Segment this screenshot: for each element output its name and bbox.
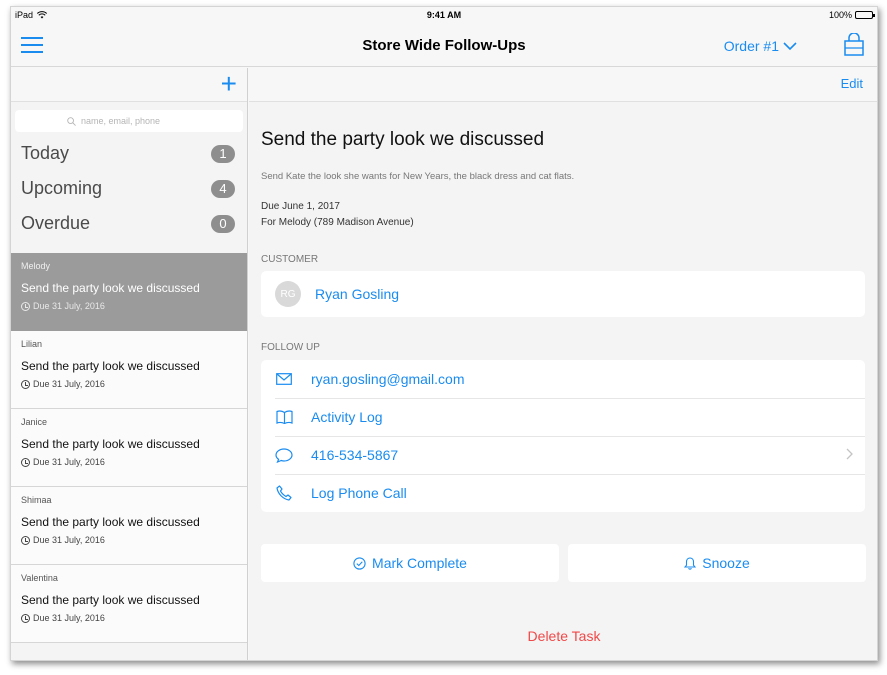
activity-log-link: Activity Log (311, 409, 383, 425)
mark-complete-button[interactable]: Mark Complete (261, 544, 559, 582)
phone-icon (275, 484, 293, 502)
shopping-bag-icon[interactable] (843, 33, 865, 57)
sidebar: + Today 1 Upcoming 4 Overdue 0 Melody Se… (11, 68, 248, 660)
task-description: Send Kate the look she wants for New Yea… (261, 171, 575, 182)
search-icon (67, 116, 76, 126)
phone-number-link: 416-534-5867 (311, 447, 399, 463)
clock-icon (21, 457, 30, 467)
task-due: Due 31 July, 2016 (33, 535, 105, 545)
followup-section-label: FOLLOW UP (261, 342, 320, 353)
ipad-screen: iPad 9:41 AM 100% Store Wide Follow-Ups … (10, 6, 878, 661)
task-customer: Valentina (21, 573, 58, 583)
customer-card: RG Ryan Gosling (261, 271, 865, 317)
task-title: Send the party look we discussed (21, 359, 200, 373)
task-item[interactable]: Shimaa Send the party look we discussed … (11, 487, 247, 565)
followup-email[interactable]: ryan.gosling@gmail.com (261, 360, 865, 398)
battery-icon (855, 11, 875, 19)
task-customer: Melody (21, 261, 51, 271)
nav-bar: Store Wide Follow-Ups Order #1 (11, 25, 877, 67)
envelope-icon (275, 370, 293, 388)
speech-bubble-icon (275, 446, 293, 464)
task-assignee: For Melody (789 Madison Avenue) (261, 217, 414, 228)
status-bar: iPad 9:41 AM 100% (11, 7, 877, 25)
battery-percent: 100% (828, 10, 852, 20)
log-phone-call-link: Log Phone Call (311, 485, 407, 501)
task-title: Send the party look we discussed (21, 515, 200, 529)
followup-activity-log[interactable]: Activity Log (261, 398, 865, 436)
customer-row[interactable]: RG Ryan Gosling (261, 271, 865, 317)
avatar: RG (275, 281, 301, 307)
task-customer: Janice (21, 417, 48, 427)
task-due: Due 31 July, 2016 (33, 379, 105, 389)
task-item[interactable]: Lilian Send the party look we discussed … (11, 331, 247, 409)
category-label: Upcoming (21, 178, 103, 198)
order-selector[interactable]: Order #1 (724, 38, 797, 54)
customer-name: Ryan Gosling (315, 286, 400, 302)
task-title: Send the party look we discussed (21, 593, 200, 607)
status-time: 9:41 AM (426, 10, 462, 20)
clock-icon (21, 535, 30, 545)
count-badge: 0 (211, 214, 235, 233)
category-upcoming[interactable]: Upcoming 4 (11, 171, 247, 206)
task-list: Melody Send the party look we discussed … (11, 253, 247, 643)
chevron-down-icon (783, 41, 797, 50)
task-detail: Edit Send the party look we discussed Se… (249, 68, 877, 660)
category-overdue[interactable]: Overdue 0 (11, 206, 247, 241)
category-today[interactable]: Today 1 (11, 136, 247, 171)
task-item[interactable]: Valentina Send the party look we discuss… (11, 565, 247, 643)
task-due: Due 31 July, 2016 (33, 301, 105, 311)
clock-icon (21, 613, 30, 623)
task-title: Send the party look we discussed (21, 281, 200, 295)
snooze-button[interactable]: Snooze (568, 544, 866, 582)
add-button[interactable]: + (221, 70, 237, 98)
check-circle-icon (353, 556, 366, 570)
email-link: ryan.gosling@gmail.com (311, 371, 465, 387)
customer-section-label: CUSTOMER (261, 254, 319, 265)
followup-message[interactable]: 416-534-5867 (261, 436, 865, 474)
book-icon (275, 408, 293, 426)
search-input[interactable] (81, 116, 191, 126)
chevron-right-icon (846, 448, 853, 460)
bell-icon (684, 556, 697, 570)
count-badge: 1 (211, 144, 235, 163)
mark-complete-label: Mark Complete (372, 555, 467, 571)
task-customer: Lilian (21, 339, 43, 349)
task-customer: Shimaa (21, 495, 52, 505)
clock-icon (21, 301, 30, 311)
category-label: Today (21, 143, 70, 163)
count-badge: 4 (211, 179, 235, 198)
task-item[interactable]: Janice Send the party look we discussed … (11, 409, 247, 487)
task-due: Due 31 July, 2016 (33, 613, 105, 623)
followup-log-call[interactable]: Log Phone Call (261, 474, 865, 512)
order-label: Order #1 (723, 38, 779, 54)
task-due: Due 31 July, 2016 (33, 457, 105, 467)
task-item-selected[interactable]: Melody Send the party look we discussed … (11, 253, 247, 331)
clock-icon (21, 379, 30, 389)
task-detail-title: Send the party look we discussed (261, 129, 545, 150)
edit-button[interactable]: Edit (841, 76, 863, 91)
delete-task-button[interactable]: Delete Task (249, 628, 877, 644)
snooze-label: Snooze (702, 555, 750, 571)
task-title: Send the party look we discussed (21, 437, 200, 451)
task-due-date: Due June 1, 2017 (261, 201, 340, 212)
search-bar[interactable] (15, 110, 243, 132)
category-label: Overdue (21, 213, 91, 233)
followup-card: ryan.gosling@gmail.com Activity Log 416-… (261, 360, 865, 512)
